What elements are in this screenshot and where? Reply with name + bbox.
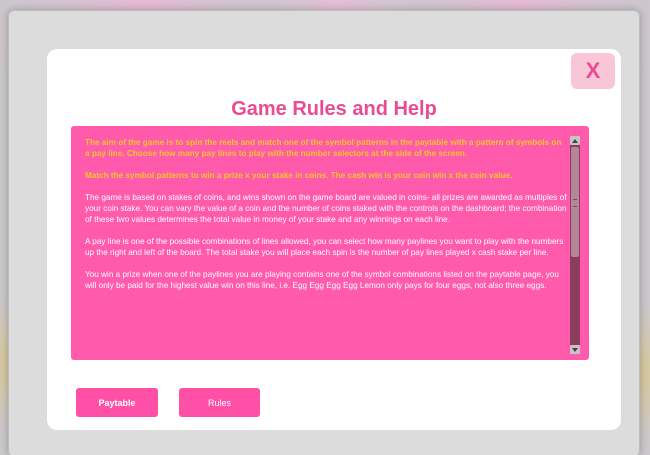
scroll-grip-icon (573, 199, 577, 207)
rules-dialog: X Game Rules and Help The aim of the gam… (47, 49, 621, 430)
rules-paragraph-aim: The aim of the game is to spin the reels… (85, 138, 562, 158)
paytable-button[interactable]: Paytable (76, 388, 158, 417)
scroll-thumb[interactable] (571, 147, 579, 257)
page-title: Game Rules and Help (231, 98, 437, 120)
rules-paragraph-stakes: The game is based on stakes of coins, an… (85, 193, 567, 224)
rules-paragraph-paylines: A pay line is one of the possible combin… (85, 237, 564, 257)
rules-button[interactable]: Rules (179, 388, 260, 417)
rules-text-panel[interactable]: The aim of the game is to spin the reels… (71, 126, 589, 360)
scroll-down-arrow-icon[interactable] (570, 345, 580, 354)
rules-scrollbar[interactable] (570, 136, 580, 354)
rules-text: The aim of the game is to spin the reels… (85, 137, 567, 302)
help-overlay: X Game Rules and Help The aim of the gam… (8, 10, 640, 455)
scroll-up-arrow-icon[interactable] (570, 136, 580, 145)
rules-paragraph-match: Match the symbol patterns to win a prize… (85, 171, 513, 180)
close-button[interactable]: X (571, 53, 615, 89)
rules-paragraph-prizes: You win a prize when one of the paylines… (85, 270, 559, 290)
